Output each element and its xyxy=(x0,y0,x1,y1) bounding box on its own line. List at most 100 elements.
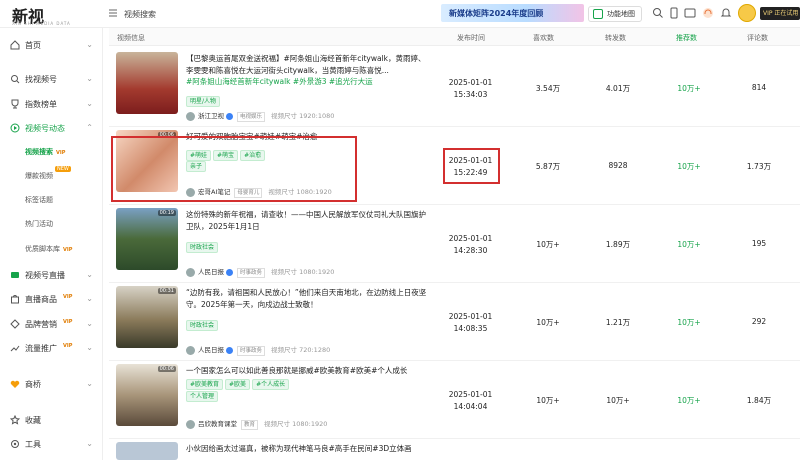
recommends-count: 10万+ xyxy=(677,162,701,171)
chevron-down-icon: ⌄ xyxy=(86,40,93,49)
comments-count: 814 xyxy=(751,83,767,92)
author-avatar xyxy=(186,419,195,429)
promo-banner[interactable]: 新媒体矩阵2024年度回顾 xyxy=(441,4,584,22)
author-avatar xyxy=(186,345,195,355)
video-tag[interactable]: 时政社会 xyxy=(186,242,219,253)
headset-icon[interactable] xyxy=(702,7,714,19)
traffic-icon xyxy=(10,345,20,352)
publish-clock: 14:08:35 xyxy=(453,324,488,333)
video-duration: 00:19 xyxy=(157,210,176,216)
author-category: 时事政务 xyxy=(237,268,266,278)
video-title[interactable]: 这份特殊的新年祝福，请查收！——中国人民解放军仪仗司礼大队国旗护卫队，2025年… xyxy=(186,209,431,232)
sidebar-item-brand-marketing[interactable]: 品牌营销 VIP ⌄ xyxy=(0,315,103,333)
author-name: 吕欣教育课堂 xyxy=(198,420,237,428)
video-resolution: 视频尺寸 1080:1920 xyxy=(264,420,328,428)
chevron-down-icon: ⌄ xyxy=(86,343,93,352)
sidebar-item-bridge[interactable]: 商桥 ⌄ xyxy=(0,375,103,393)
vip-badge: VIP xyxy=(56,150,66,156)
chevron-down-icon: ⌄ xyxy=(86,379,93,388)
search-icon[interactable] xyxy=(652,7,664,19)
col-header-video-info: 视频信息 xyxy=(117,34,145,42)
sidebar-item-favorites[interactable]: 收藏 xyxy=(0,411,103,429)
sidebar-item-home[interactable]: 首页 ⌄ xyxy=(0,36,103,54)
video-resolution: 视频尺寸 1920:1080 xyxy=(271,112,335,120)
likes-count: 3.54万 xyxy=(535,84,561,93)
sidebar-item-rankings[interactable]: 指数榜单 ⌄ xyxy=(0,95,103,113)
video-thumbnail[interactable] xyxy=(116,52,178,114)
video-tags: 时政社会 xyxy=(186,320,220,331)
video-title[interactable]: “边防有我，请祖国和人民放心！”他们来自天南地北，在边防线上日夜坚守。2025年… xyxy=(186,287,431,310)
table-row[interactable]: 小伙因给画太过逼真，被称为现代神笔马良#高手在民间#3D立体画 xyxy=(109,439,800,460)
video-tag[interactable]: #欧美教育 xyxy=(186,379,224,390)
video-tag[interactable]: #个人成长 xyxy=(252,379,290,390)
menu-collapse-icon[interactable] xyxy=(108,8,118,18)
video-title[interactable]: 【巴黎奥运首尾双金送祝福】#阿条姐山海经首新年citywalk，黄雨婷、李雯雯和… xyxy=(186,53,431,88)
sidebar-subitem-viral-videos[interactable]: 爆款视频 NEW xyxy=(25,166,71,181)
col-header-publish-time[interactable]: 发布时间 xyxy=(457,33,485,43)
likes-count: 10万+ xyxy=(536,240,560,249)
table-row[interactable]: 00:06 一个国家怎么可以如此善良那就是挪威#欧美教育#欧美#个人成长 #欧美… xyxy=(109,361,800,439)
shares-count: 8928 xyxy=(608,161,628,170)
col-header-recommends[interactable]: 推荐数 xyxy=(676,33,697,43)
feature-map-button[interactable]: 功能地图 xyxy=(588,6,642,22)
sidebar-subitem-video-search[interactable]: 视频搜索 VIP xyxy=(25,147,65,157)
video-author[interactable]: 人民日报 时事政务 视频尺寸 1080:1920 xyxy=(186,266,334,278)
table-row[interactable]: 【巴黎奥运首尾双金送祝福】#阿条姐山海经首新年citywalk，黄雨婷、李雯雯和… xyxy=(109,49,800,127)
sidebar-item-label: 直播商品 xyxy=(25,295,57,304)
video-author[interactable]: 人民日报 时事政务 视频尺寸 720:1280 xyxy=(186,344,330,356)
video-title[interactable]: 一个国家怎么可以如此善良那就是挪威#欧美教育#欧美#个人成长 xyxy=(186,365,431,377)
sidebar-item-find-channel[interactable]: 找视频号 ⌄ xyxy=(0,70,103,88)
video-thumbnail[interactable]: 00:31 xyxy=(116,286,178,348)
vip-badge: VIP xyxy=(63,247,73,253)
bridge-icon xyxy=(10,380,20,388)
sidebar-item-tools[interactable]: 工具 ⌄ xyxy=(0,435,103,453)
table-row[interactable]: 00:19 这份特殊的新年祝福，请查收！——中国人民解放军仪仗司礼大队国旗护卫队… xyxy=(109,205,800,283)
video-hashtags[interactable]: #阿条姐山海经首新年citywalk #外景游3 #追光行大运 xyxy=(186,77,373,86)
table-header: 视频信息 发布时间 喜欢数 转发数 推荐数 评论数 xyxy=(109,28,800,46)
video-thumbnail[interactable]: 00:06 xyxy=(116,364,178,426)
message-icon[interactable] xyxy=(684,7,696,19)
sidebar-subitem-hot-events[interactable]: 热门活动 xyxy=(25,219,53,229)
shares-count: 1.89万 xyxy=(605,240,631,249)
sidebar-item-traffic-promotion[interactable]: 流量推广 VIP ⌄ xyxy=(0,339,103,357)
home-icon xyxy=(10,40,20,50)
author-category: 电视娱乐 xyxy=(237,112,266,122)
notification-bell-icon[interactable] xyxy=(720,7,732,19)
video-title[interactable]: 小伙因给画太过逼真，被称为现代神笔马良#高手在民间#3D立体画 xyxy=(186,443,431,455)
top-bar: 新视 XIN SHI MEDIA DATA 视频搜索 新媒体矩阵2024年度回顾… xyxy=(0,0,800,28)
video-thumbnail[interactable]: 00:19 xyxy=(116,208,178,270)
comments-count: 1.84万 xyxy=(746,396,772,405)
video-tag[interactable]: 个人管理 xyxy=(186,391,219,402)
publish-time: 2025-01-01 14:28:30 xyxy=(443,233,498,257)
sidebar-item-live[interactable]: 视频号直播 ⌄ xyxy=(0,266,103,284)
video-thumbnail[interactable] xyxy=(116,442,178,460)
col-header-comments[interactable]: 评论数 xyxy=(747,33,768,43)
likes-count: 5.87万 xyxy=(535,162,561,171)
video-tag[interactable]: 时政社会 xyxy=(186,320,219,331)
chevron-down-icon: ⌄ xyxy=(86,270,93,279)
brand-icon xyxy=(10,319,20,329)
sidebar-subitem-script-library[interactable]: 优质脚本库 VIP xyxy=(25,244,72,254)
vip-badge: VIP xyxy=(63,343,73,349)
recommends-count: 10万+ xyxy=(677,396,701,405)
col-header-likes[interactable]: 喜欢数 xyxy=(533,33,554,43)
video-tag[interactable]: 明星/人物 xyxy=(186,96,221,107)
table-row[interactable]: 00:31 “边防有我，请祖国和人民放心！”他们来自天南地北，在边防线上日夜坚守… xyxy=(109,283,800,361)
tool-icon xyxy=(11,440,19,448)
publish-time: 2025-01-01 14:04:04 xyxy=(443,389,498,413)
col-header-shares[interactable]: 转发数 xyxy=(605,33,626,43)
sidebar-item-label: 品牌营销 xyxy=(25,320,57,329)
video-title-text: 一个国家怎么可以如此善良那就是挪威#欧美教育#欧美#个人成长 xyxy=(186,366,408,375)
video-author[interactable]: 浙江卫视 电视娱乐 视频尺寸 1920:1080 xyxy=(186,110,334,122)
video-author[interactable]: 吕欣教育课堂 教育 视频尺寸 1080:1920 xyxy=(186,418,327,430)
user-avatar[interactable] xyxy=(738,4,756,22)
video-tags: 明星/人物 xyxy=(186,96,222,107)
video-tag[interactable]: #欧美 xyxy=(225,379,251,390)
verified-icon xyxy=(226,346,233,354)
vip-badge[interactable]: VIP 正在试用 xyxy=(760,7,800,20)
sidebar-subitem-tags-topics[interactable]: 标签话题 xyxy=(25,195,53,205)
feature-map-label: 功能地图 xyxy=(607,10,635,18)
sidebar-item-live-goods[interactable]: 直播商品 VIP ⌄ xyxy=(0,290,103,308)
mobile-icon[interactable] xyxy=(668,7,680,19)
sidebar-item-channel-dynamics[interactable]: 视频号动态 ⌃ xyxy=(0,119,103,137)
